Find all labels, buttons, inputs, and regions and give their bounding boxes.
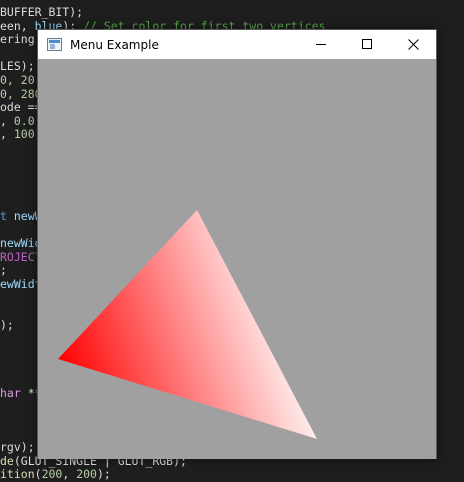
minimize-button[interactable] [298,30,344,59]
close-button[interactable] [390,30,436,59]
code-token: , [0,127,14,142]
title-bar[interactable]: Menu Example [38,30,436,59]
code-token: ); [0,317,14,332]
app-icon [47,38,62,51]
code-token: rgv); [0,440,35,455]
gradient-triangle [58,210,317,439]
code-line: ewWidt [0,277,42,292]
code-token: ition [0,467,35,482]
code-token: BUFFER_BIT); [0,5,84,19]
code-token: 0.0 [13,113,35,128]
code-token: t [0,209,14,223]
code-line: ); [0,317,14,333]
code-token: ering [0,32,35,47]
maximize-button[interactable] [344,30,390,59]
code-line: t newW [0,209,42,224]
code-token: de [0,453,14,468]
code-token: har [0,385,28,400]
code-token: 200 [41,467,63,482]
render-canvas[interactable] [38,59,436,459]
close-icon [407,39,419,50]
app-window: Menu Example [37,29,437,459]
code-line: ition(200, 200); [0,468,111,482]
maximize-icon [361,39,372,49]
code-token: 0, 280 [0,86,42,101]
code-token: , [0,113,14,128]
minimize-icon [315,44,326,45]
code-token: ewWidt [0,277,42,291]
code-token: newWid [0,236,42,251]
code-line: , 100) [0,128,42,142]
code-token: 0, 20 [0,73,35,87]
code-token: ( [34,467,42,482]
code-token: 200 [76,467,97,482]
code-token: ROJECT [0,249,42,264]
code-token: ); [96,467,111,482]
window-title: Menu Example [70,37,159,52]
code-line: ering [0,32,35,47]
code-token: een, [0,18,35,33]
code-line: har ** [0,385,42,401]
code-token: 100 [13,127,35,142]
code-token: LES); [0,59,35,74]
code-token: ode == [0,100,42,115]
canvas-svg [58,210,317,439]
code-token: ; [0,263,7,278]
code-token: , [62,467,77,482]
